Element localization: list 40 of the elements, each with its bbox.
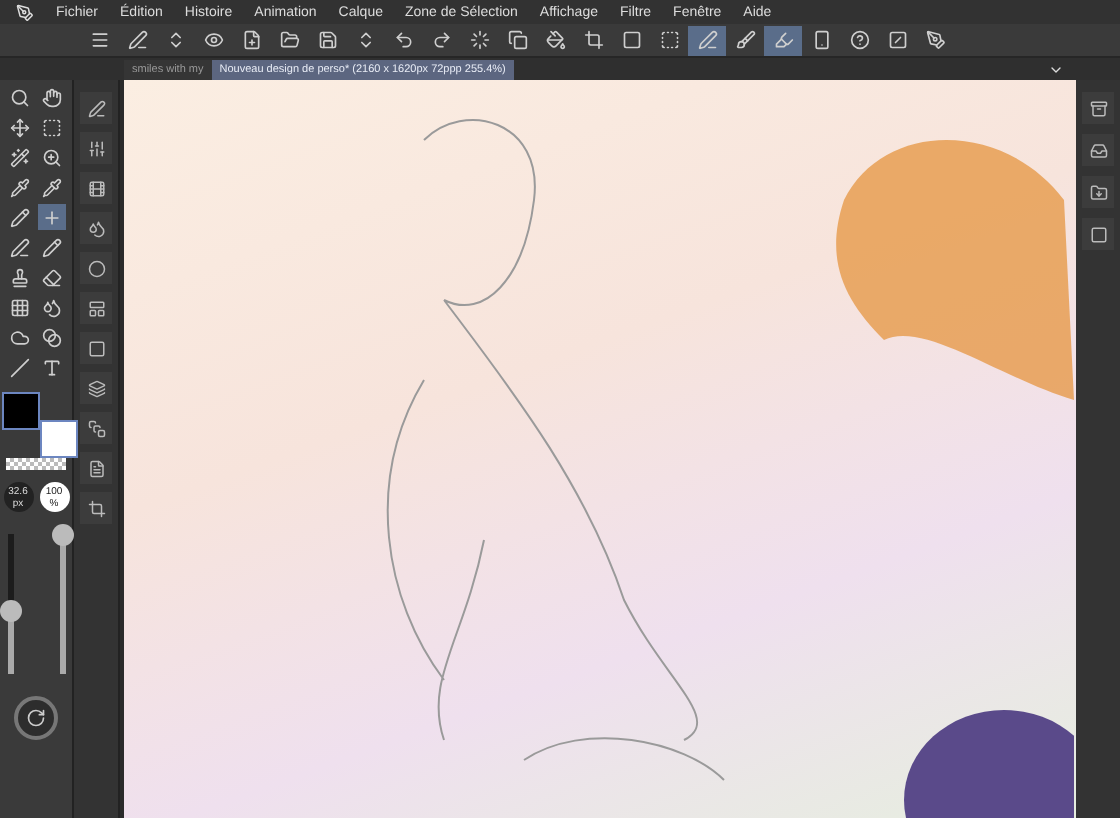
document-icon[interactable] — [80, 452, 112, 484]
layers-icon[interactable] — [80, 372, 112, 404]
eraser-icon[interactable] — [38, 264, 66, 290]
droplets-icon[interactable] — [38, 294, 66, 320]
folder-icon[interactable] — [1082, 176, 1114, 208]
rotate-icon — [26, 708, 46, 728]
gradient-icon[interactable] — [38, 324, 66, 350]
pen-icon[interactable] — [80, 92, 112, 124]
selection-icon[interactable] — [38, 114, 66, 140]
slider-thumb[interactable] — [0, 599, 21, 622]
marker-icon[interactable] — [764, 25, 802, 55]
pen-icon[interactable] — [6, 234, 34, 260]
archive-icon[interactable] — [1082, 92, 1114, 124]
transparent-color-swatch[interactable] — [6, 458, 66, 470]
stack-icon[interactable] — [80, 412, 112, 444]
crop-icon[interactable] — [80, 492, 112, 524]
slider-thumb[interactable] — [51, 524, 73, 546]
rotate-button[interactable] — [14, 696, 58, 740]
square-icon[interactable] — [1082, 218, 1114, 250]
panel-icon[interactable] — [80, 292, 112, 324]
eyedropper-icon[interactable] — [38, 174, 66, 200]
inbox-icon[interactable] — [1082, 134, 1114, 166]
zoom-icon[interactable] — [38, 144, 66, 170]
sliders-icon[interactable] — [80, 132, 112, 164]
eyedropper-icon[interactable] — [6, 174, 34, 200]
droplets-icon[interactable] — [80, 212, 112, 244]
sub-color-swatch[interactable] — [40, 420, 78, 458]
wand-icon[interactable] — [6, 144, 34, 170]
grid-icon[interactable] — [6, 294, 34, 320]
move-icon[interactable] — [6, 114, 34, 140]
film-icon[interactable] — [80, 172, 112, 204]
pencil-icon[interactable] — [38, 234, 66, 260]
hand-icon[interactable] — [38, 84, 66, 110]
line-icon[interactable] — [6, 354, 34, 380]
pen-icon[interactable] — [688, 25, 726, 55]
main-color-swatch[interactable] — [2, 392, 40, 430]
search-icon[interactable] — [6, 84, 34, 110]
pencil-icon[interactable] — [6, 204, 34, 230]
app-logo-icon — [16, 3, 34, 21]
square-icon[interactable] — [80, 332, 112, 364]
